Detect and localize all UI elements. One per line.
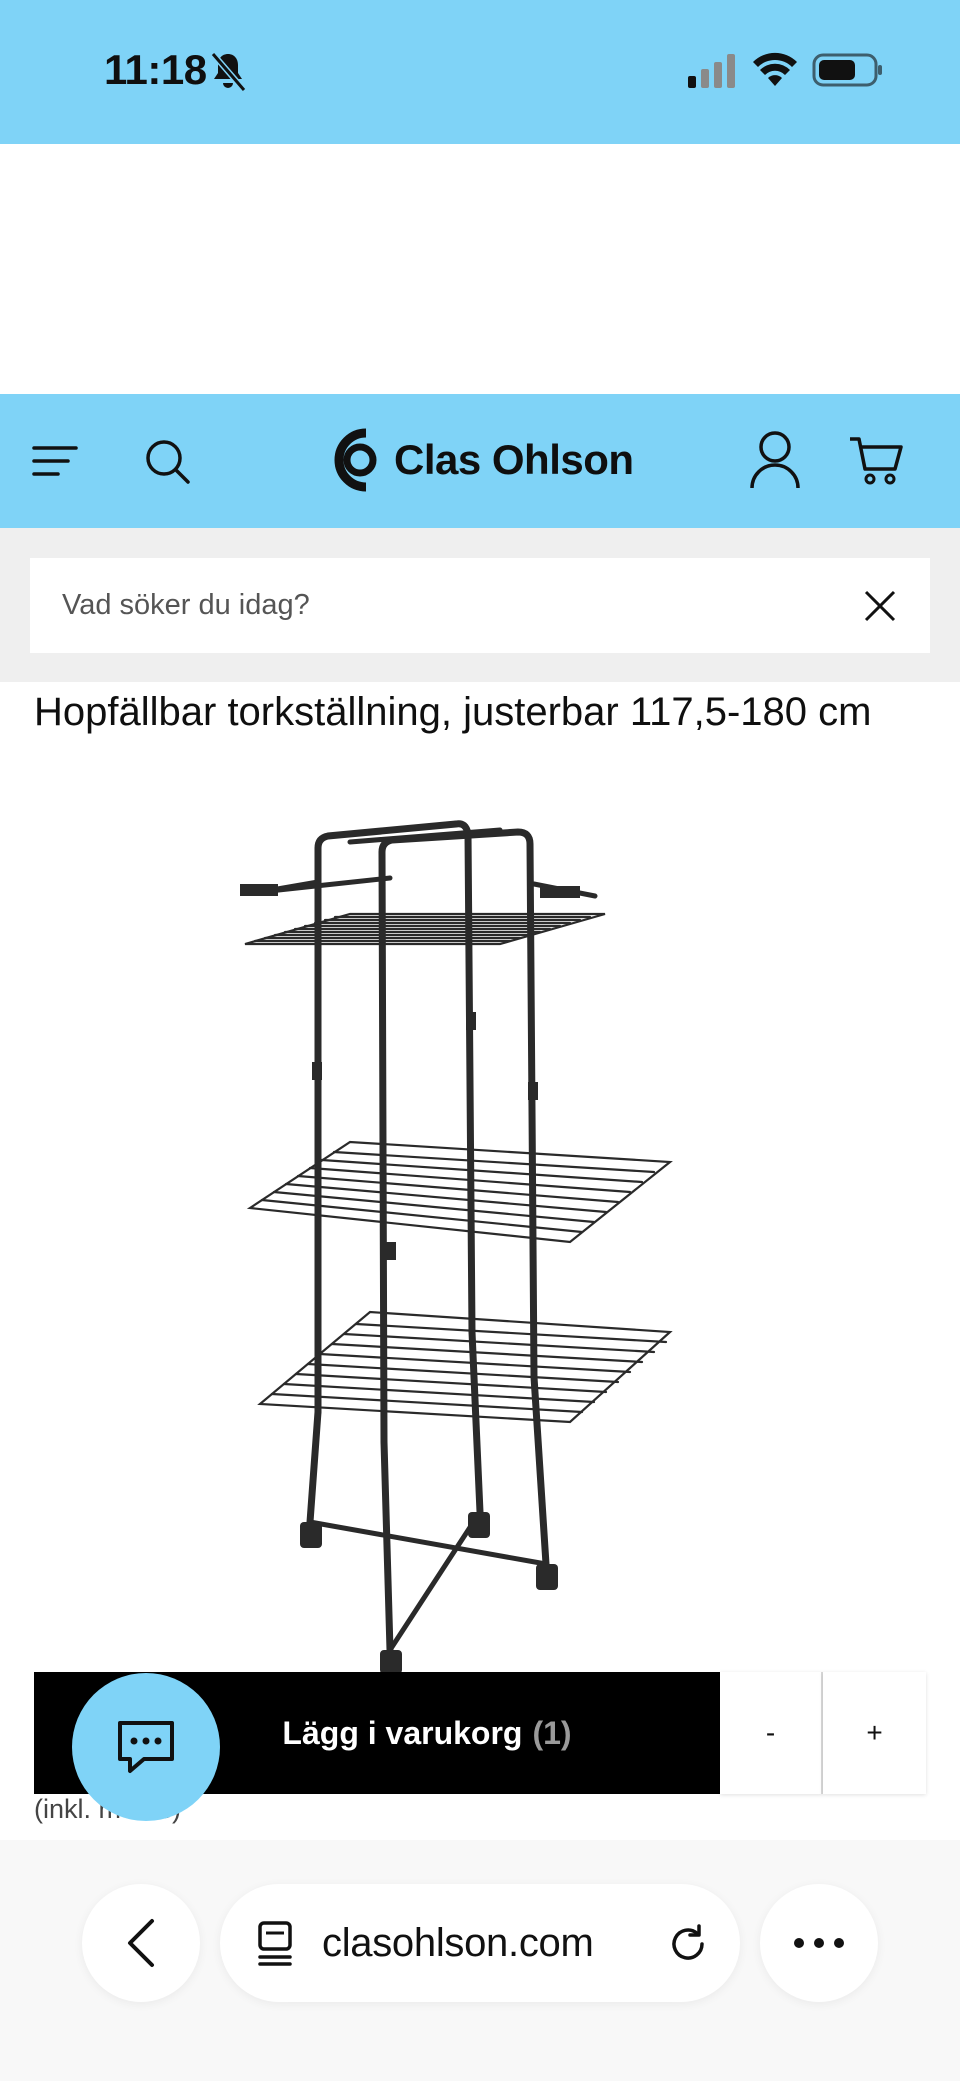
menu-button[interactable]: [24, 430, 86, 492]
drying-rack-image[interactable]: [200, 812, 760, 1682]
cart-icon: [850, 437, 903, 485]
menu-icon: [32, 446, 78, 476]
battery-icon: [812, 53, 882, 87]
wifi-icon: [753, 52, 797, 86]
address-bar[interactable]: clasohlson.com: [220, 1884, 740, 2002]
status-time: 11:18: [104, 46, 207, 93]
more-button[interactable]: [760, 1884, 878, 2002]
bell-slash-icon: [210, 52, 247, 92]
tabs-icon: [258, 1921, 292, 1966]
brand-name: Clas Ohlson: [394, 436, 634, 483]
browser-toolbar: clasohlson.com: [0, 1840, 960, 2081]
url-text: clasohlson.com: [322, 1920, 594, 1965]
account-icon: [750, 431, 800, 489]
brand-logo[interactable]: Clas Ohlson: [330, 424, 634, 496]
account-button[interactable]: [742, 424, 808, 496]
search-box: [30, 558, 930, 653]
chat-button[interactable]: [72, 1673, 220, 1821]
search-icon: [146, 440, 190, 484]
chat-bubble-icon: [118, 1721, 174, 1773]
search-input[interactable]: [62, 589, 822, 622]
search-button[interactable]: [134, 428, 200, 494]
blank-area: [0, 144, 960, 394]
site-header: Clas Ohlson: [0, 394, 960, 528]
cellular-signal-icon: [688, 54, 735, 88]
close-icon[interactable]: [860, 586, 900, 626]
product-title: Hopfällbar torkställning, justerbar 117,…: [34, 690, 872, 734]
cart-count: (1): [532, 1714, 572, 1751]
logo-icon: [334, 428, 377, 492]
cart-button[interactable]: [840, 426, 912, 494]
reload-icon[interactable]: [666, 1922, 710, 1966]
back-chevron-icon: [128, 1919, 154, 1967]
quantity-minus-button[interactable]: -: [720, 1672, 823, 1794]
search-band: [0, 528, 960, 682]
status-bar: 11:18: [0, 0, 960, 144]
more-icon: [794, 1938, 844, 1948]
add-to-cart-label: Lägg i varukorg: [282, 1714, 523, 1751]
quantity-plus-button[interactable]: +: [823, 1672, 926, 1794]
back-button[interactable]: [82, 1884, 200, 2002]
